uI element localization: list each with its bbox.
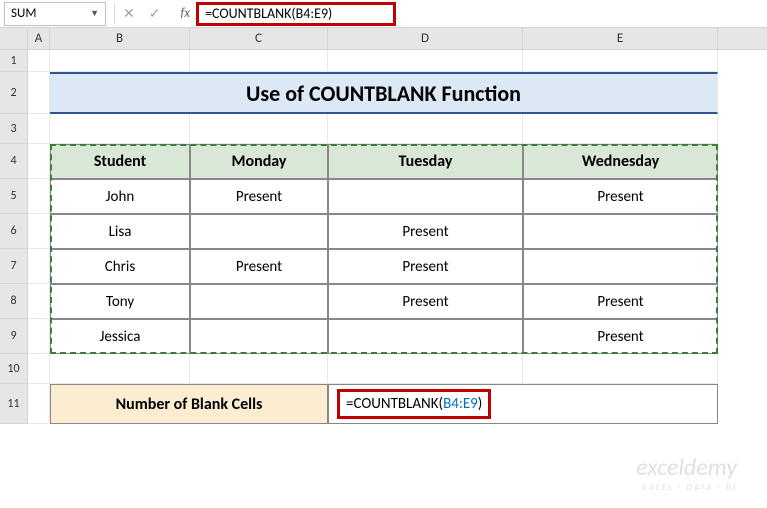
col-header-b[interactable]: B bbox=[50, 28, 190, 49]
cell-d6[interactable]: Present bbox=[328, 214, 523, 249]
separator bbox=[114, 3, 115, 25]
row-10: 10 bbox=[0, 354, 767, 384]
cell-e3[interactable] bbox=[523, 114, 718, 144]
cell-e7[interactable] bbox=[523, 249, 718, 284]
title-cell[interactable]: Use of COUNTBLANK Function bbox=[50, 72, 718, 114]
cell-e10[interactable] bbox=[523, 354, 718, 384]
cell-e1[interactable] bbox=[523, 50, 718, 72]
row-9: 9 Jessica Present bbox=[0, 319, 767, 354]
header-wednesday[interactable]: Wednesday bbox=[523, 144, 718, 179]
row-11: 11 Number of Blank Cells =COUNTBLANK(B4:… bbox=[0, 384, 767, 424]
row-header-4[interactable]: 4 bbox=[0, 144, 28, 179]
cell-a1[interactable] bbox=[28, 50, 50, 72]
header-monday[interactable]: Monday bbox=[190, 144, 328, 179]
row-header-3[interactable]: 3 bbox=[0, 114, 28, 144]
cell-a3[interactable] bbox=[28, 114, 50, 144]
row-4: 4 Student Monday Tuesday Wednesday bbox=[0, 144, 767, 179]
col-header-a[interactable]: A bbox=[28, 28, 50, 49]
cell-b3[interactable] bbox=[50, 114, 190, 144]
row-2: 2 Use of COUNTBLANK Function bbox=[0, 72, 767, 114]
cell-e8[interactable]: Present bbox=[523, 284, 718, 319]
cell-a11[interactable] bbox=[28, 384, 50, 424]
cell-a6[interactable] bbox=[28, 214, 50, 249]
formula-bar-text: =COUNTBLANK(B4:E9) bbox=[205, 5, 332, 22]
cell-b5[interactable]: John bbox=[50, 179, 190, 214]
row-3: 3 bbox=[0, 114, 767, 144]
fx-icon[interactable]: fx bbox=[180, 6, 190, 21]
cell-e5[interactable]: Present bbox=[523, 179, 718, 214]
cell-d10[interactable] bbox=[328, 354, 523, 384]
cell-a2[interactable] bbox=[28, 72, 50, 114]
cell-c8[interactable] bbox=[190, 284, 328, 319]
header-student[interactable]: Student bbox=[50, 144, 190, 179]
column-headers: A B C D E bbox=[0, 28, 767, 50]
cell-b8[interactable]: Tony bbox=[50, 284, 190, 319]
row-header-10[interactable]: 10 bbox=[0, 354, 28, 384]
select-all-corner[interactable] bbox=[0, 28, 28, 49]
formula-highlight: =COUNTBLANK(B4:E9) bbox=[337, 389, 491, 419]
col-header-d[interactable]: D bbox=[328, 28, 523, 49]
cell-b7[interactable]: Chris bbox=[50, 249, 190, 284]
cell-b9[interactable]: Jessica bbox=[50, 319, 190, 354]
row-1: 1 bbox=[0, 50, 767, 72]
row-5: 5 John Present Present bbox=[0, 179, 767, 214]
formula-bar-icons: ✕ ✓ fx bbox=[123, 5, 196, 22]
row-header-2[interactable]: 2 bbox=[0, 72, 28, 114]
cell-c3[interactable] bbox=[190, 114, 328, 144]
cell-e6[interactable] bbox=[523, 214, 718, 249]
cell-d5[interactable] bbox=[328, 179, 523, 214]
cell-a7[interactable] bbox=[28, 249, 50, 284]
cell-b6[interactable]: Lisa bbox=[50, 214, 190, 249]
row-6: 6 Lisa Present bbox=[0, 214, 767, 249]
formula-suffix: ) bbox=[478, 395, 483, 413]
cell-a9[interactable] bbox=[28, 319, 50, 354]
cell-d7[interactable]: Present bbox=[328, 249, 523, 284]
col-header-e[interactable]: E bbox=[523, 28, 718, 49]
cell-c1[interactable] bbox=[190, 50, 328, 72]
name-box-dropdown-icon[interactable]: ▼ bbox=[90, 8, 99, 19]
cell-c10[interactable] bbox=[190, 354, 328, 384]
cell-d8[interactable]: Present bbox=[328, 284, 523, 319]
formula-ref: B4:E9 bbox=[443, 395, 478, 413]
cancel-icon[interactable]: ✕ bbox=[123, 5, 135, 22]
watermark-main: exceldemy bbox=[636, 453, 737, 482]
cell-b1[interactable] bbox=[50, 50, 190, 72]
row-7: 7 Chris Present Present bbox=[0, 249, 767, 284]
cell-e9[interactable]: Present bbox=[523, 319, 718, 354]
result-formula-cell[interactable]: =COUNTBLANK(B4:E9) bbox=[328, 384, 718, 424]
watermark-sub: EXCEL · DATA · BI bbox=[636, 482, 737, 493]
cell-a8[interactable] bbox=[28, 284, 50, 319]
row-header-5[interactable]: 5 bbox=[0, 179, 28, 214]
cell-a4[interactable] bbox=[28, 144, 50, 179]
cell-c7[interactable]: Present bbox=[190, 249, 328, 284]
cell-d1[interactable] bbox=[328, 50, 523, 72]
formula-prefix: =COUNTBLANK( bbox=[346, 395, 443, 413]
name-box-value: SUM bbox=[11, 6, 36, 21]
cell-b10[interactable] bbox=[50, 354, 190, 384]
formula-toolbar: SUM ▼ ✕ ✓ fx =COUNTBLANK(B4:E9) bbox=[0, 0, 767, 28]
watermark: exceldemy EXCEL · DATA · BI bbox=[636, 453, 737, 493]
row-header-8[interactable]: 8 bbox=[0, 284, 28, 319]
cell-c9[interactable] bbox=[190, 319, 328, 354]
cell-c5[interactable]: Present bbox=[190, 179, 328, 214]
formula-bar[interactable]: =COUNTBLANK(B4:E9) bbox=[196, 2, 396, 26]
col-header-c[interactable]: C bbox=[190, 28, 328, 49]
row-header-7[interactable]: 7 bbox=[0, 249, 28, 284]
row-header-1[interactable]: 1 bbox=[0, 50, 28, 72]
row-header-6[interactable]: 6 bbox=[0, 214, 28, 249]
row-header-11[interactable]: 11 bbox=[0, 384, 28, 424]
row-8: 8 Tony Present Present bbox=[0, 284, 767, 319]
cell-c6[interactable] bbox=[190, 214, 328, 249]
cell-d3[interactable] bbox=[328, 114, 523, 144]
name-box[interactable]: SUM ▼ bbox=[4, 2, 106, 26]
cell-a5[interactable] bbox=[28, 179, 50, 214]
cell-a10[interactable] bbox=[28, 354, 50, 384]
cell-d9[interactable] bbox=[328, 319, 523, 354]
result-label[interactable]: Number of Blank Cells bbox=[50, 384, 328, 424]
row-header-9[interactable]: 9 bbox=[0, 319, 28, 354]
spreadsheet-grid: A B C D E 1 2 Use of COUNTBLANK Function… bbox=[0, 28, 767, 424]
enter-icon[interactable]: ✓ bbox=[149, 5, 161, 22]
header-tuesday[interactable]: Tuesday bbox=[328, 144, 523, 179]
